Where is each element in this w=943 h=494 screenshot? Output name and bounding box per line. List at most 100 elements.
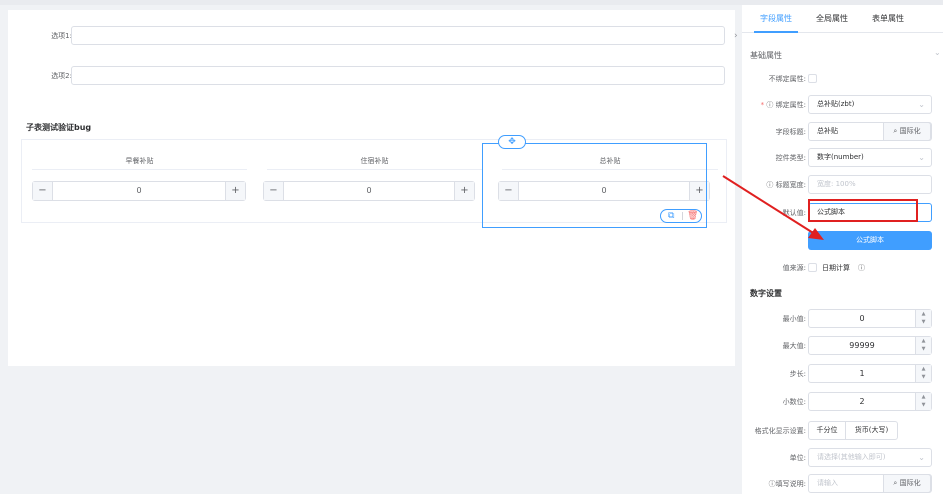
value-source-label: 值来源: <box>782 264 806 272</box>
unbind-label: 不绑定属性: <box>768 75 806 83</box>
intl-label: 国际化 <box>899 479 921 487</box>
step-label: 步长: <box>789 370 806 378</box>
basic-section-title: 基础属性 <box>750 51 782 60</box>
format-label: 格式化显示设置: <box>754 427 806 435</box>
min-input[interactable]: 0 ▲ ▼ <box>808 309 932 328</box>
min-value: 0 <box>859 314 865 323</box>
unbind-checkbox[interactable] <box>808 74 817 83</box>
form-canvas: 选项1: 选项2: 子表测试验证bug 早餐补贴 − 0 + 住宿补贴 − 0 … <box>8 10 735 366</box>
tab-field-properties[interactable]: 字段属性 <box>754 5 798 33</box>
stepper-value[interactable]: 0 <box>284 182 454 200</box>
copy-icon[interactable]: ⧉ <box>668 211 674 221</box>
help-circle-icon: ⓘ <box>768 480 776 488</box>
thousand-separator-button[interactable]: 千分位 <box>808 421 846 440</box>
decimal-row: 小数位: 2 ▲ ▼ <box>742 392 943 412</box>
help-text-row: ⓘ填写说明: 请输入 ⌕ 国际化 <box>742 474 943 494</box>
decimal-value: 2 <box>859 397 865 406</box>
minus-button[interactable]: − <box>33 182 53 200</box>
tab-global-properties[interactable]: 全局属性 <box>810 5 854 33</box>
currency-uppercase-button[interactable]: 货币(大写) <box>845 421 898 440</box>
delete-icon[interactable]: 🗑 <box>687 211 698 221</box>
subtable-column: 早餐补贴 − 0 + <box>22 140 257 224</box>
help-circle-icon: ⓘ <box>766 101 776 109</box>
control-type-value: 数字(number) <box>817 153 864 161</box>
max-row: 最大值: 99999 ▲ ▼ <box>742 336 943 356</box>
step-input[interactable]: 1 ▲ ▼ <box>808 364 932 383</box>
up-down-icon[interactable]: ▲ ▼ <box>915 310 931 327</box>
option1-input[interactable] <box>71 26 725 45</box>
stepper-value[interactable]: 0 <box>53 182 225 200</box>
chevron-down-icon: ⌄ <box>918 453 925 462</box>
help-label-wrap: ⓘ填写说明: <box>742 474 806 494</box>
format-button-group: 千分位 货币(大写) <box>808 421 898 440</box>
option1-label: 选项1: <box>51 32 72 40</box>
annotation-highlight-box <box>808 199 918 222</box>
chevron-down-icon: ⌄ <box>918 153 925 162</box>
min-label: 最小值: <box>782 315 806 323</box>
step-value: 1 <box>859 369 865 378</box>
panel-tabs: 字段属性 全局属性 表单属性 <box>742 5 943 33</box>
bind-row: * ⓘ 绑定属性: 总补贴(zbt) ⌄ <box>742 95 943 115</box>
quantity-stepper[interactable]: − 0 + <box>32 181 246 201</box>
help-circle-icon: ⓘ <box>858 264 865 272</box>
title-width-label-wrap: ⓘ 标题宽度: <box>742 175 806 195</box>
intl-button[interactable]: ⌕ 国际化 <box>883 122 931 141</box>
unit-select[interactable]: 请选择(其他输入即可) ⌄ <box>808 448 932 467</box>
up-down-icon[interactable]: ▲ ▼ <box>915 393 931 410</box>
max-label: 最大值: <box>782 342 806 350</box>
plus-button[interactable]: + <box>225 182 245 200</box>
bind-label-wrap: * ⓘ 绑定属性: <box>742 95 806 115</box>
title-width-placeholder: 宽度: 100% <box>817 180 856 188</box>
bind-value: 总补贴(zbt) <box>817 100 855 108</box>
bind-label: 绑定属性: <box>775 101 806 109</box>
unit-row: 单位: 请选择(其他输入即可) ⌄ <box>742 448 943 468</box>
value-source-row: 值来源: 日期计算 ⓘ <box>742 258 943 278</box>
up-down-icon[interactable]: ▲ ▼ <box>915 365 931 382</box>
option1-row: 选项1: <box>8 26 735 46</box>
number-section-title: 数字设置 <box>750 289 782 298</box>
option2-label: 选项2: <box>51 72 72 80</box>
tab-form-properties[interactable]: 表单属性 <box>866 5 910 33</box>
option2-input[interactable] <box>71 66 725 85</box>
canvas-background <box>8 366 735 494</box>
column-header: 住宿补贴 <box>267 156 482 170</box>
help-circle-icon: ⓘ <box>766 181 776 189</box>
divider: | <box>681 211 684 220</box>
max-input[interactable]: 99999 ▲ ▼ <box>808 336 932 355</box>
title-width-label: 标题宽度: <box>775 181 806 189</box>
title-value: 总补贴 <box>817 127 838 135</box>
bind-select[interactable]: 总补贴(zbt) ⌄ <box>808 95 932 114</box>
intl-button[interactable]: ⌕ 国际化 <box>883 474 931 493</box>
unit-label: 单位: <box>789 454 806 462</box>
chevron-down-icon[interactable]: ⌄ <box>934 48 941 57</box>
title-input[interactable]: 总补贴 ⌕ 国际化 <box>808 122 932 141</box>
title-label: 字段标题: <box>775 128 806 136</box>
help-placeholder: 请输入 <box>817 479 838 487</box>
move-icon[interactable]: ✥ <box>498 135 526 149</box>
formula-script-button[interactable]: 公式脚本 <box>808 231 932 250</box>
step-row: 步长: 1 ▲ ▼ <box>742 364 943 384</box>
chevron-right-icon[interactable]: › <box>734 28 742 44</box>
plus-button[interactable]: + <box>454 182 474 200</box>
max-value: 99999 <box>849 341 875 350</box>
intl-label: 国际化 <box>899 127 921 135</box>
quantity-stepper[interactable]: − 0 + <box>263 181 475 201</box>
field-actions: ⧉ | 🗑 <box>660 209 702 223</box>
help-text-input[interactable]: 请输入 ⌕ 国际化 <box>808 474 932 493</box>
title-width-input[interactable]: 宽度: 100% <box>808 175 932 194</box>
help-label: 填写说明: <box>775 480 806 488</box>
title-width-row: ⓘ 标题宽度: 宽度: 100% <box>742 175 943 195</box>
decimal-label: 小数位: <box>782 398 806 406</box>
minus-button[interactable]: − <box>264 182 284 200</box>
up-down-icon[interactable]: ▲ ▼ <box>915 337 931 354</box>
control-type-label: 控件类型: <box>775 154 806 162</box>
decimal-input[interactable]: 2 ▲ ▼ <box>808 392 932 411</box>
title-row: 字段标题: 总补贴 ⌕ 国际化 <box>742 122 943 142</box>
control-type-row: 控件类型: 数字(number) ⌄ <box>742 148 943 168</box>
control-type-select[interactable]: 数字(number) ⌄ <box>808 148 932 167</box>
chevron-down-icon: ⌄ <box>918 100 925 109</box>
date-calc-checkbox[interactable] <box>808 263 817 272</box>
format-row: 格式化显示设置: 千分位 货币(大写) <box>742 421 943 441</box>
unit-placeholder: 请选择(其他输入即可) <box>817 453 886 461</box>
column-header: 早餐补贴 <box>32 156 247 170</box>
